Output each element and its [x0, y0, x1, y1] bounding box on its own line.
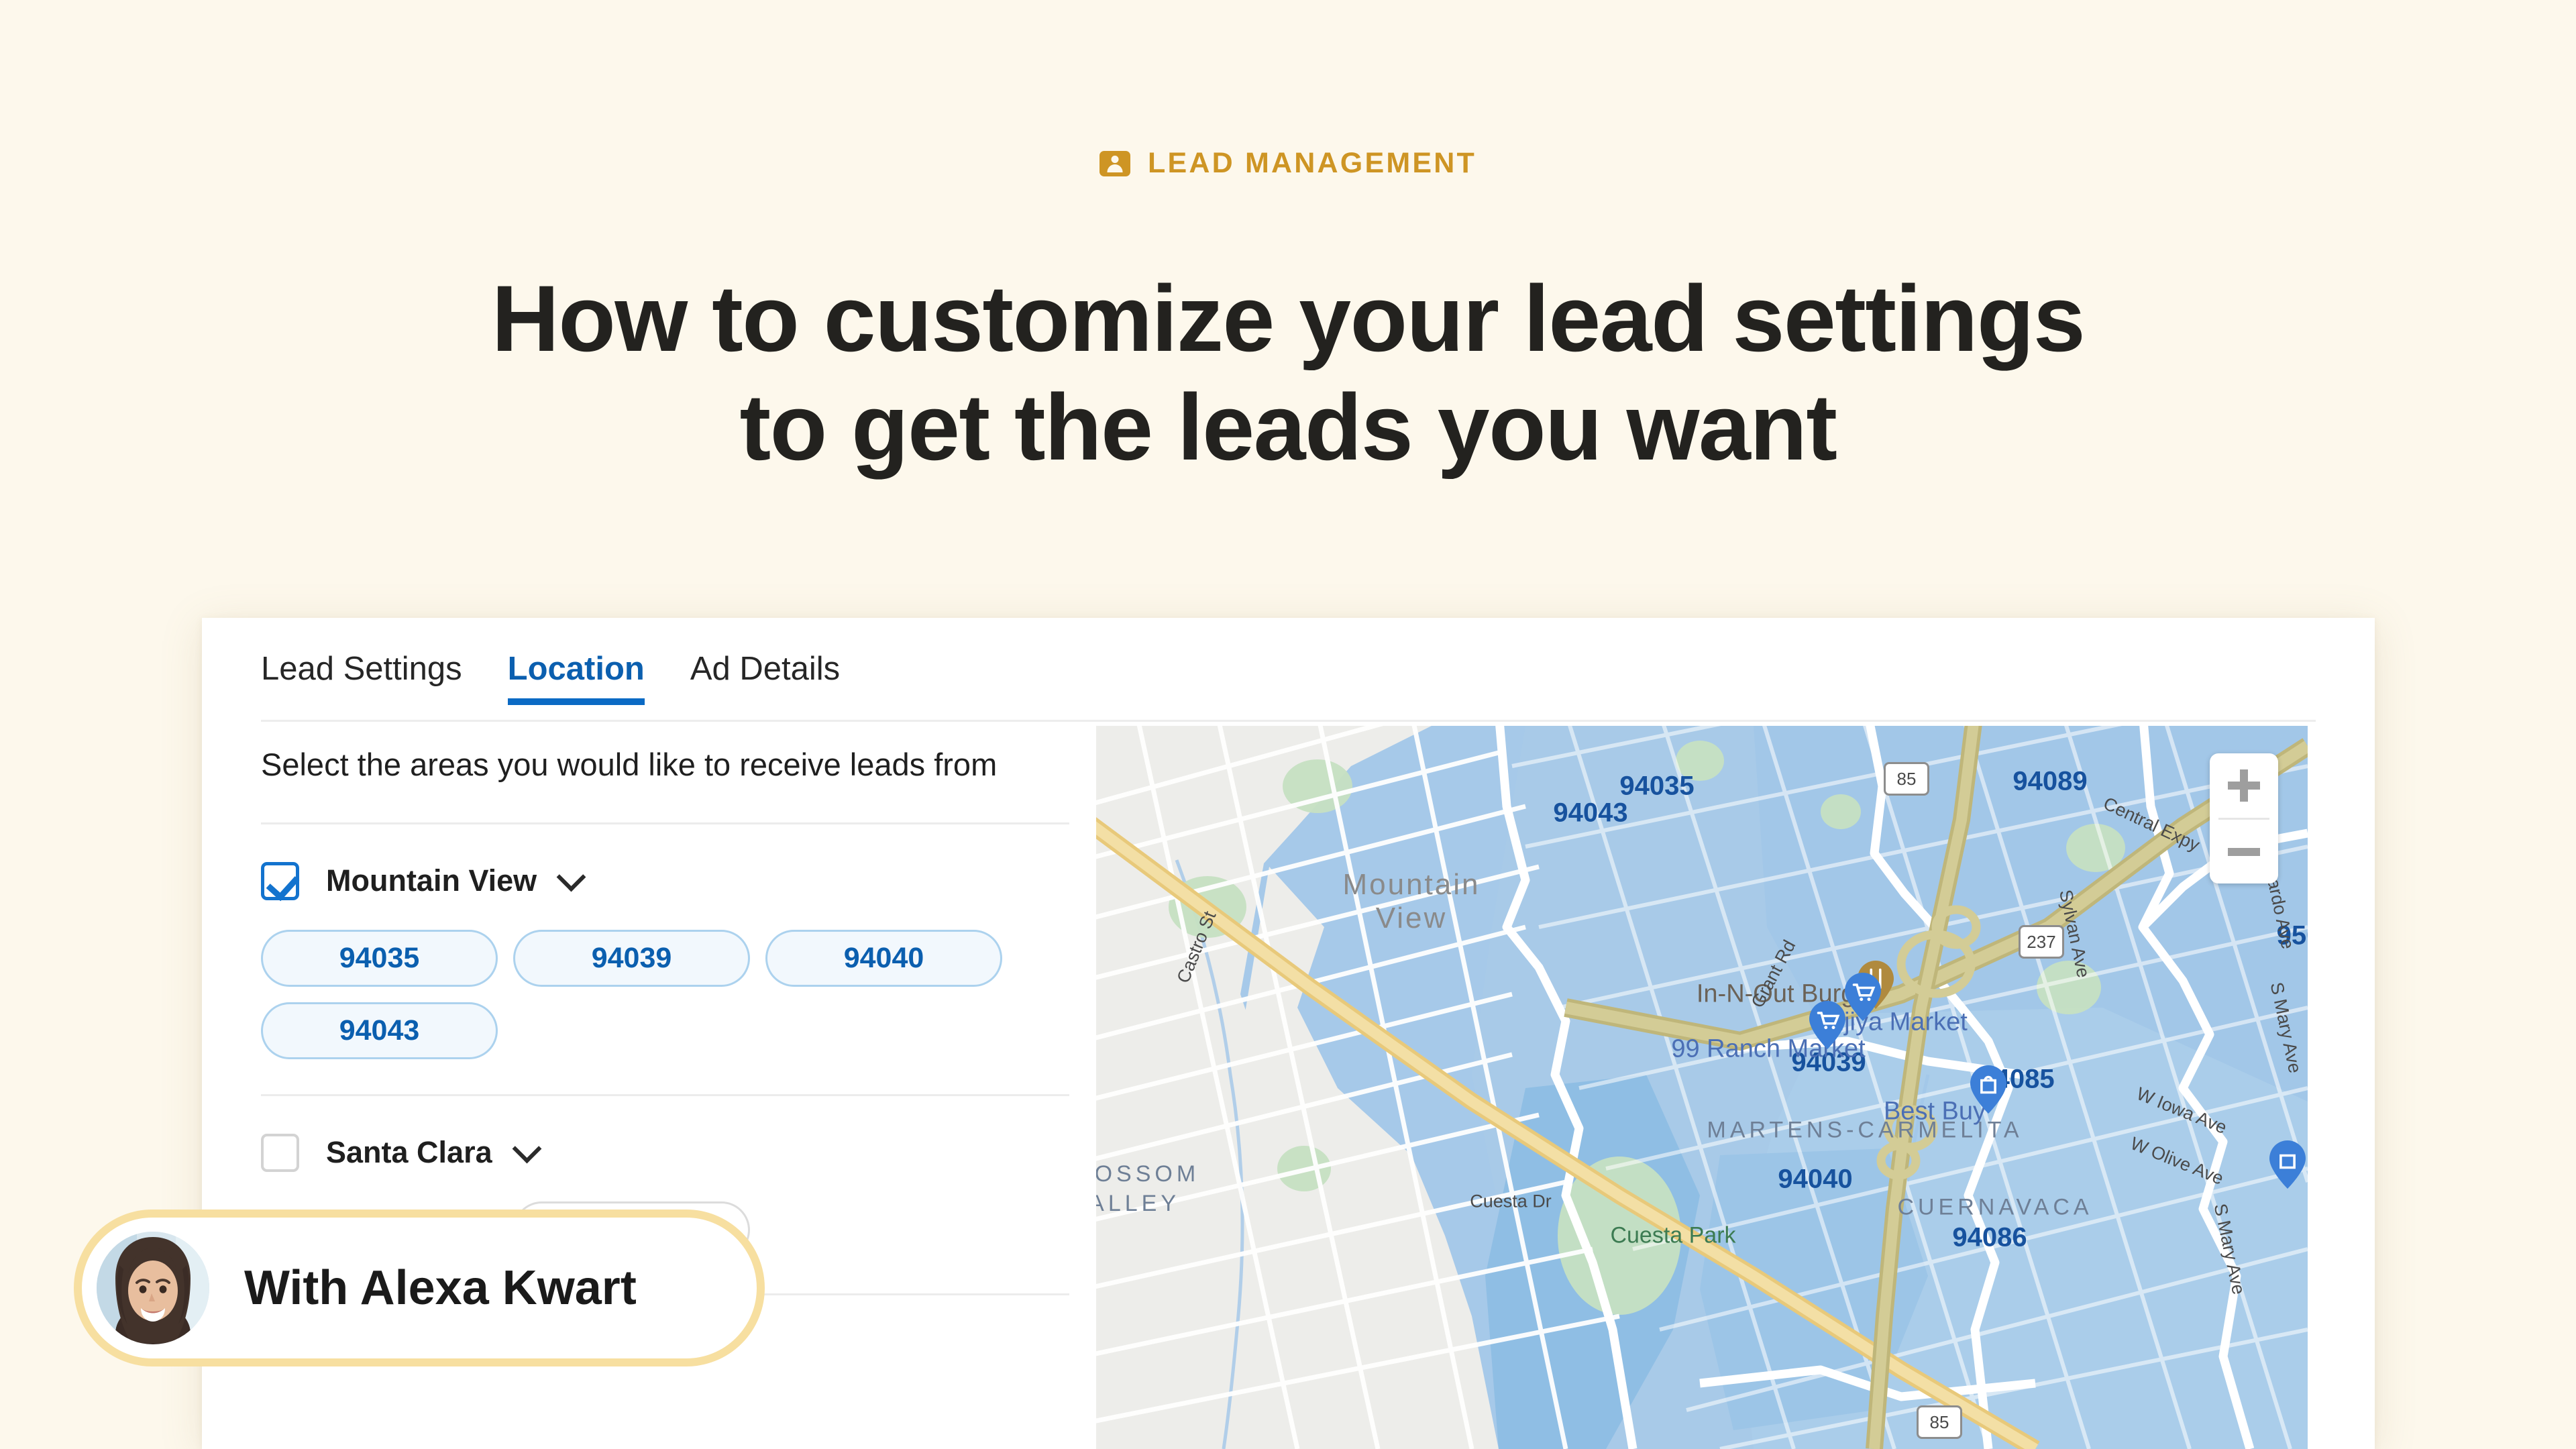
highway-shield: 85 [1917, 1405, 1962, 1439]
zip-pill[interactable]: 94040 [765, 929, 1002, 987]
highway-shield: 237 [2019, 925, 2064, 959]
avatar-portrait [97, 1232, 209, 1344]
zip-pill[interactable]: 94039 [513, 929, 750, 987]
panel-divider-1 [261, 822, 1069, 824]
map-zoom-in-button[interactable] [2210, 753, 2278, 818]
tab-bar-divider [261, 720, 2316, 722]
city-group-santa-clara[interactable]: Santa Clara [261, 1133, 1069, 1172]
page-title: How to customize your lead settings to g… [0, 264, 2576, 482]
tab-location[interactable]: Location [507, 650, 645, 705]
tab-ad-details[interactable]: Ad Details [690, 650, 840, 705]
highway-shield: 85 [1884, 762, 1929, 796]
headline-line-1: How to customize your lead settings [491, 265, 2086, 371]
tab-lead-settings[interactable]: Lead Settings [261, 650, 462, 705]
city-label-santa-clara: Santa Clara [326, 1135, 492, 1170]
panel-divider-2 [261, 1093, 1069, 1096]
headline-line-2: to get the leads you want [739, 374, 1837, 480]
city-label-mountain-view: Mountain View [326, 863, 537, 898]
map-canvas [1096, 726, 2308, 1449]
checkbox-mountain-view[interactable] [261, 861, 299, 900]
presenter-avatar [97, 1232, 209, 1344]
eyebrow-label: LEAD MANAGEMENT [1148, 147, 1477, 179]
chevron-down-icon-mountain-view[interactable] [556, 862, 586, 892]
coverage-map[interactable]: 94035 94089 94043 94039 94085 94040 9408… [1096, 726, 2308, 1449]
zip-pill[interactable]: 94035 [261, 929, 498, 987]
tab-bar: Lead Settings Location Ad Details [261, 650, 885, 705]
zip-pill-grid-mountain-view: 94035 94039 94040 94043 [261, 929, 1069, 1059]
eyebrow-kicker: LEAD MANAGEMENT [0, 149, 2576, 178]
checkbox-santa-clara[interactable] [261, 1133, 299, 1172]
zip-pill[interactable]: 94043 [261, 1002, 498, 1059]
presenter-badge: With Alexa Kwart [74, 1210, 765, 1366]
panel-instruction: Select the areas you would like to recei… [261, 747, 998, 782]
contact-card-icon [1099, 150, 1131, 176]
map-zoom-out-button[interactable] [2210, 820, 2278, 883]
city-group-mountain-view[interactable]: Mountain View [261, 861, 1069, 900]
chevron-down-icon-santa-clara[interactable] [512, 1134, 542, 1164]
map-zoom-control[interactable] [2210, 753, 2278, 883]
presenter-name: With Alexa Kwart [244, 1261, 637, 1315]
